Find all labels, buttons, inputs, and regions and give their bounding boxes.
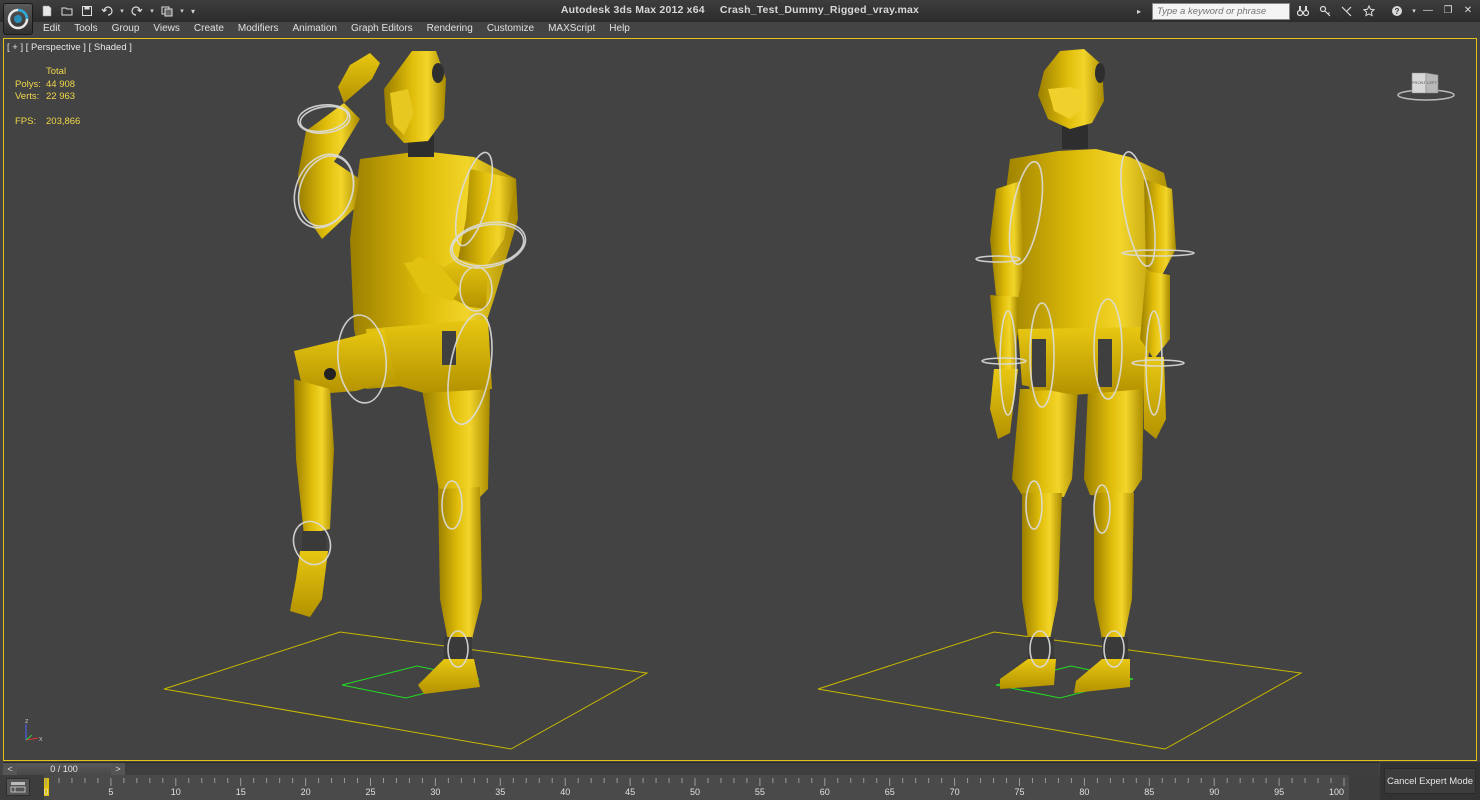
menu-help[interactable]: Help	[602, 22, 637, 38]
ruler-tick-label: 100	[1329, 787, 1344, 797]
key-icon[interactable]	[1316, 2, 1334, 20]
viewport-label[interactable]: [ + ] [ Perspective ] [ Shaded ]	[7, 42, 132, 53]
ruler-tick-label: 65	[885, 787, 895, 797]
window-controls: — ❐ ✕	[1420, 3, 1476, 17]
restore-button[interactable]: ❐	[1440, 3, 1456, 17]
stats-polys-label: Polys:	[15, 78, 41, 90]
ruler-tick-label: 85	[1144, 787, 1154, 797]
search-input[interactable]	[1152, 2, 1290, 20]
ruler-tick-label: 15	[236, 787, 246, 797]
viewcube-front-label: FRONT	[1412, 80, 1426, 85]
ruler-tick-label: 95	[1274, 787, 1284, 797]
axis-tripod: z x	[18, 718, 48, 746]
menu-graph-editors[interactable]: Graph Editors	[344, 22, 420, 38]
stats-fps-label: FPS:	[15, 115, 37, 127]
curve-editor-mini-icon[interactable]	[6, 778, 30, 796]
help-dropdown-icon[interactable]: ▾	[1410, 2, 1418, 20]
stats-fps-value: 203,866	[46, 115, 81, 127]
frame-ruler[interactable]: 0 5 10 15 20 25 30 35 40 45 50 55 60 65 70 75 80 85 90 95 10…	[44, 775, 1349, 800]
ruler-tick-label: 70	[950, 787, 960, 797]
menu-group[interactable]: Group	[105, 22, 147, 38]
ruler-tick-label: 55	[755, 787, 765, 797]
menu-maxscript[interactable]: MAXScript	[541, 22, 602, 38]
stats-polys-value: 44 908	[46, 78, 76, 90]
crash-dummy-posed[interactable]	[284, 51, 530, 694]
cancel-expert-mode-button[interactable]: Cancel Expert Mode	[1384, 768, 1476, 794]
menu-animation[interactable]: Animation	[285, 22, 343, 38]
menu-customize[interactable]: Customize	[480, 22, 541, 38]
minimize-button[interactable]: —	[1420, 3, 1436, 17]
ruler-tick-label: 0	[44, 787, 49, 797]
expand-arrow-icon[interactable]: ▸	[1130, 2, 1148, 20]
perspective-viewport[interactable]: [ + ] [ Perspective ] [ Shaded ] Total P…	[3, 38, 1477, 761]
stats-verts-label: Verts:	[15, 91, 40, 102]
binoculars-icon[interactable]	[1294, 2, 1312, 20]
menu-create[interactable]: Create	[187, 22, 231, 38]
ruler-tick-label: 45	[625, 787, 635, 797]
grid-plane-left	[163, 631, 649, 750]
stats-total-label: Total	[46, 66, 67, 77]
application-menu-button[interactable]	[3, 3, 33, 35]
crash-dummy-standing[interactable]	[975, 49, 1195, 693]
menu-modifiers[interactable]: Modifiers	[231, 22, 286, 38]
app-name: Autodesk 3ds Max 2012 x64	[560, 4, 705, 16]
stats-verts-value: 22 963	[46, 91, 76, 102]
ruler-tick-label: 5	[108, 787, 113, 797]
time-slider[interactable]: < 0 / 100 >	[3, 762, 1379, 776]
ruler-tick-label: 75	[1014, 787, 1024, 797]
file-name: Crash_Test_Dummy_Rigged_vray.max	[719, 4, 920, 16]
ruler-tick-label: 50	[690, 787, 700, 797]
menu-bar: Edit Tools Group Views Create Modifiers …	[36, 22, 637, 38]
ruler-tick-label: 60	[820, 787, 830, 797]
ruler-tick-label: 40	[560, 787, 570, 797]
menu-edit[interactable]: Edit	[36, 22, 67, 38]
title-bar: ▾ ▾ ▾ ▾ Autodesk 3ds Max 2012 x64 Crash_…	[0, 0, 1480, 22]
ruler-tick-label: 30	[430, 787, 440, 797]
ruler-tick-label: 20	[301, 787, 311, 797]
help-icon[interactable]: ?	[1388, 2, 1406, 20]
scene-render	[163, 49, 1303, 750]
ruler-tick-label: 10	[171, 787, 181, 797]
app-window: ▾ ▾ ▾ ▾ Autodesk 3ds Max 2012 x64 Crash_…	[0, 0, 1480, 800]
ruler-tick-label: 80	[1079, 787, 1089, 797]
axis-z-label: z	[25, 718, 29, 725]
3ds-max-logo-icon	[7, 8, 29, 30]
ruler-tick-label: 35	[495, 787, 505, 797]
infocenter: ▸ ? ▾	[1130, 2, 1418, 20]
trackbar[interactable]: 0 5 10 15 20 25 30 35 40 45 50 55 60 65 70 75 80 85 90 95 10…	[0, 775, 1380, 800]
ruler-tick-label: 90	[1209, 787, 1219, 797]
axis-x-label: x	[39, 736, 43, 743]
ruler-tick-label: 25	[365, 787, 375, 797]
menu-views[interactable]: Views	[146, 22, 187, 38]
communication-icon[interactable]	[1338, 2, 1356, 20]
close-button[interactable]: ✕	[1460, 3, 1476, 17]
viewcube-left-label: LEFT	[1427, 80, 1437, 85]
menu-rendering[interactable]: Rendering	[420, 22, 480, 38]
grid-plane-right	[817, 631, 1303, 750]
svg-text:?: ?	[1395, 7, 1400, 16]
star-icon[interactable]	[1360, 2, 1378, 20]
viewcube[interactable]: FRONT LEFT	[1396, 69, 1456, 103]
viewport-statistics: Total Polys: 44 908 Verts: 22 963 FPS: 203,…	[15, 66, 80, 128]
menu-tools[interactable]: Tools	[67, 22, 104, 38]
